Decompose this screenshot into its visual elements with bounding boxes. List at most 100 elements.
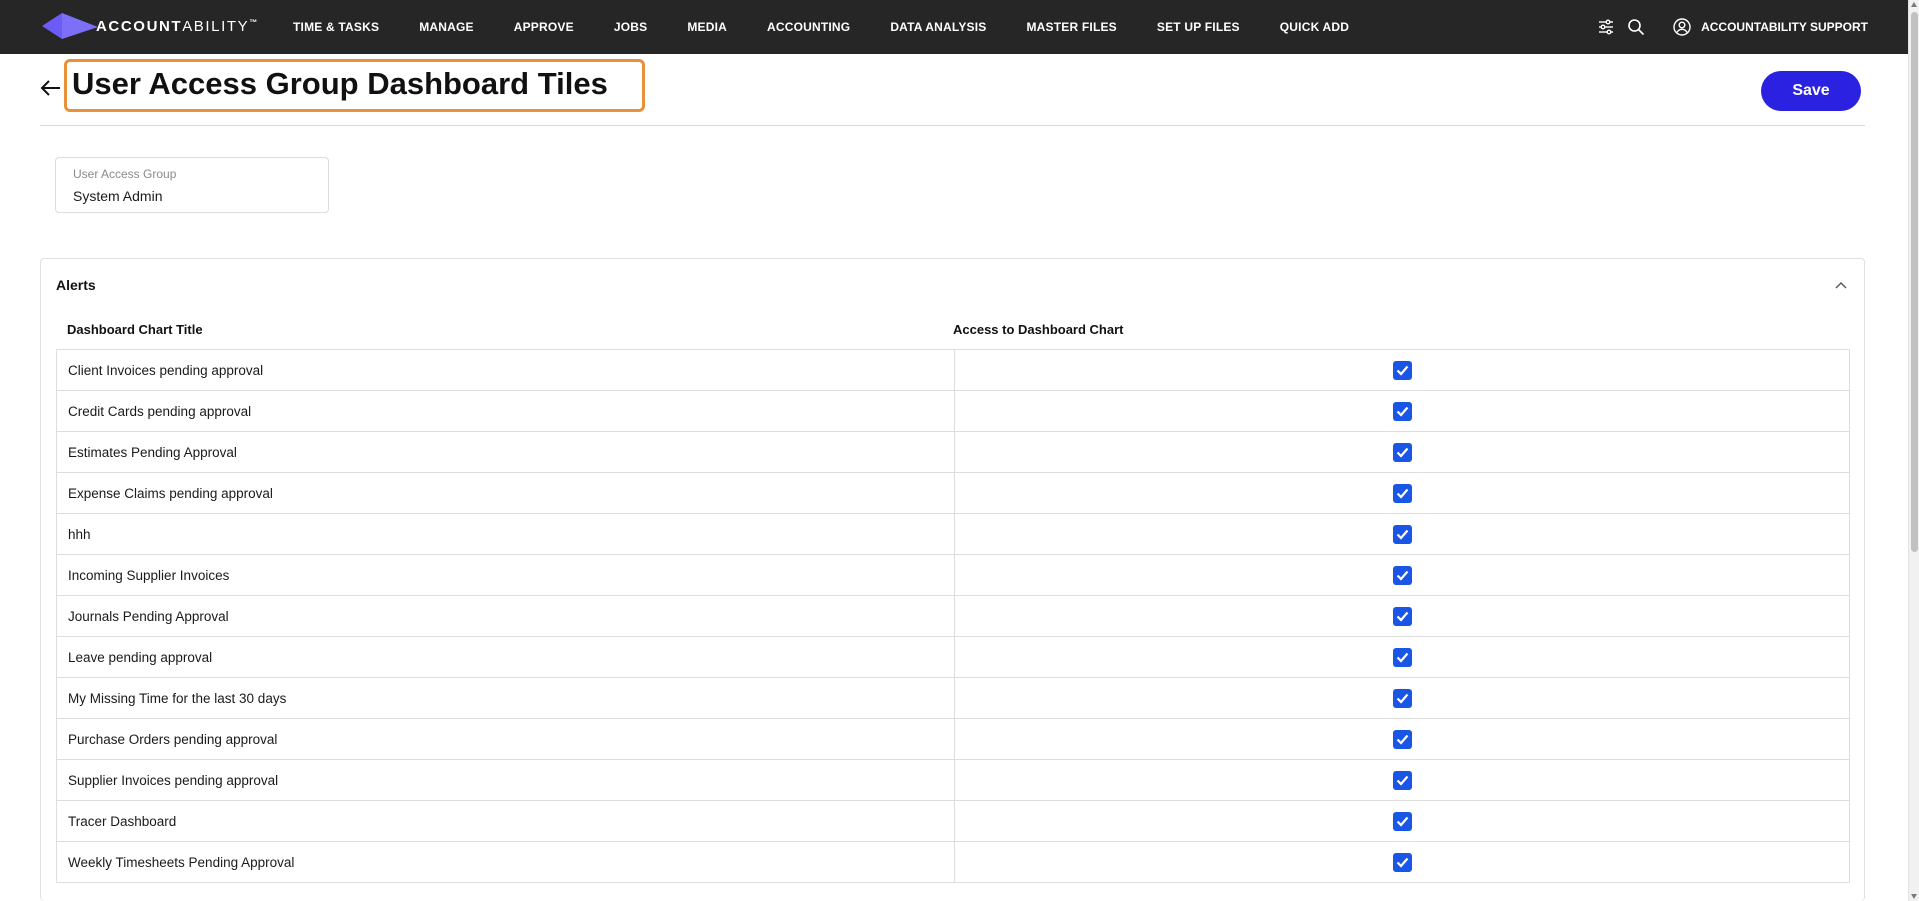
checkmark-icon (1396, 365, 1408, 376)
table-row: Journals Pending Approval (56, 595, 1850, 637)
table-row: Incoming Supplier Invoices (56, 554, 1850, 596)
chevron-up-icon[interactable] (1832, 276, 1850, 294)
user-access-group-field[interactable]: User Access Group System Admin (55, 157, 329, 213)
access-cell (954, 800, 1850, 842)
table-row: hhh (56, 513, 1850, 555)
nav-accounting[interactable]: ACCOUNTING (767, 20, 850, 34)
access-checkbox[interactable] (1392, 442, 1412, 462)
user-circle-icon[interactable] (1671, 16, 1693, 38)
diamond-logo-icon (42, 13, 98, 39)
save-button[interactable]: Save (1761, 71, 1861, 111)
user-account-menu[interactable]: ACCOUNTABILITY SUPPORT (1701, 20, 1868, 34)
chart-title-cell: Client Invoices pending approval (56, 349, 955, 391)
checkmark-icon (1396, 734, 1408, 745)
table-row: Purchase Orders pending approval (56, 718, 1850, 760)
access-cell (954, 431, 1850, 473)
nav-utilities: ACCOUNTABILITY SUPPORT (1587, 0, 1868, 54)
access-checkbox[interactable] (1392, 483, 1412, 503)
checkmark-icon (1396, 857, 1408, 868)
access-checkbox[interactable] (1392, 565, 1412, 585)
checkmark-icon (1396, 406, 1408, 417)
chart-title-cell: Estimates Pending Approval (56, 431, 955, 473)
alerts-section: Alerts Dashboard Chart Title Access to D… (40, 258, 1865, 901)
table-row: Leave pending approval (56, 636, 1850, 678)
chart-title-cell: Expense Claims pending approval (56, 472, 955, 514)
access-cell (954, 390, 1850, 432)
nav-manage[interactable]: MANAGE (419, 20, 474, 34)
table-row: Estimates Pending Approval (56, 431, 1850, 473)
chart-title-cell: Purchase Orders pending approval (56, 718, 955, 760)
access-cell (954, 841, 1850, 883)
chart-title-cell: Leave pending approval (56, 636, 955, 678)
access-cell (954, 513, 1850, 555)
nav-jobs[interactable]: JOBS (614, 20, 647, 34)
table-row: My Missing Time for the last 30 days (56, 677, 1850, 719)
checkmark-icon (1396, 611, 1408, 622)
sliders-icon[interactable] (1595, 16, 1617, 38)
chart-title-cell: My Missing Time for the last 30 days (56, 677, 955, 719)
nav-set-up-files[interactable]: SET UP FILES (1157, 20, 1240, 34)
access-cell (954, 636, 1850, 678)
brand-logo[interactable]: ACCOUNTABILITY™ (40, 10, 259, 42)
access-checkbox[interactable] (1392, 770, 1412, 790)
table-row: Tracer Dashboard (56, 800, 1850, 842)
column-header-access: Access to Dashboard Chart (953, 322, 1124, 337)
nav-media[interactable]: MEDIA (687, 20, 727, 34)
table-row: Expense Claims pending approval (56, 472, 1850, 514)
access-checkbox[interactable] (1392, 360, 1412, 380)
checkmark-icon (1396, 529, 1408, 540)
checkmark-icon (1396, 652, 1408, 663)
chart-title-cell: Journals Pending Approval (56, 595, 955, 637)
access-cell (954, 677, 1850, 719)
table-row: Client Invoices pending approval (56, 349, 1850, 391)
field-value: System Admin (73, 188, 163, 204)
chart-title-cell: hhh (56, 513, 955, 555)
checkmark-icon (1396, 488, 1408, 499)
brand-name: ACCOUNTABILITY™ (96, 17, 259, 35)
dashboard-tiles-table: Client Invoices pending approval Credit C… (56, 349, 1850, 883)
table-row: Supplier Invoices pending approval (56, 759, 1850, 801)
checkmark-icon (1396, 693, 1408, 704)
nav-data-analysis[interactable]: DATA ANALYSIS (890, 20, 986, 34)
section-title: Alerts (56, 277, 96, 293)
table-row: Weekly Timesheets Pending Approval (56, 841, 1850, 883)
field-label: User Access Group (73, 167, 177, 181)
access-cell (954, 349, 1850, 391)
access-checkbox[interactable] (1392, 852, 1412, 872)
access-cell (954, 472, 1850, 514)
access-cell (954, 759, 1850, 801)
column-header-title: Dashboard Chart Title (67, 322, 203, 337)
page-scrollbar[interactable] (1908, 0, 1919, 901)
access-checkbox[interactable] (1392, 688, 1412, 708)
access-checkbox[interactable] (1392, 401, 1412, 421)
header-divider (40, 125, 1865, 126)
checkmark-icon (1396, 816, 1408, 827)
scroll-down-arrow-icon[interactable] (1911, 894, 1917, 899)
table-row: Credit Cards pending approval (56, 390, 1850, 432)
scroll-up-arrow-icon[interactable] (1911, 2, 1917, 7)
checkmark-icon (1396, 570, 1408, 581)
search-icon[interactable] (1625, 16, 1647, 38)
access-checkbox[interactable] (1392, 729, 1412, 749)
access-checkbox[interactable] (1392, 647, 1412, 667)
access-cell (954, 718, 1850, 760)
checkmark-icon (1396, 447, 1408, 458)
access-checkbox[interactable] (1392, 524, 1412, 544)
nav-time-tasks[interactable]: TIME & TASKS (293, 20, 379, 34)
chart-title-cell: Tracer Dashboard (56, 800, 955, 842)
chart-title-cell: Supplier Invoices pending approval (56, 759, 955, 801)
back-arrow-icon[interactable] (38, 75, 64, 101)
nav-master-files[interactable]: MASTER FILES (1026, 20, 1116, 34)
page-title: User Access Group Dashboard Tiles (72, 66, 608, 101)
access-cell (954, 595, 1850, 637)
nav-approve[interactable]: APPROVE (514, 20, 574, 34)
scrollbar-thumb[interactable] (1911, 12, 1918, 552)
top-navigation-bar: ACCOUNTABILITY™ TIME & TASKS MANAGE APPR… (0, 0, 1908, 54)
checkmark-icon (1396, 775, 1408, 786)
main-menu: TIME & TASKS MANAGE APPROVE JOBS MEDIA A… (293, 0, 1389, 54)
chart-title-cell: Credit Cards pending approval (56, 390, 955, 432)
access-checkbox[interactable] (1392, 811, 1412, 831)
access-cell (954, 554, 1850, 596)
access-checkbox[interactable] (1392, 606, 1412, 626)
nav-quick-add[interactable]: QUICK ADD (1280, 20, 1349, 34)
